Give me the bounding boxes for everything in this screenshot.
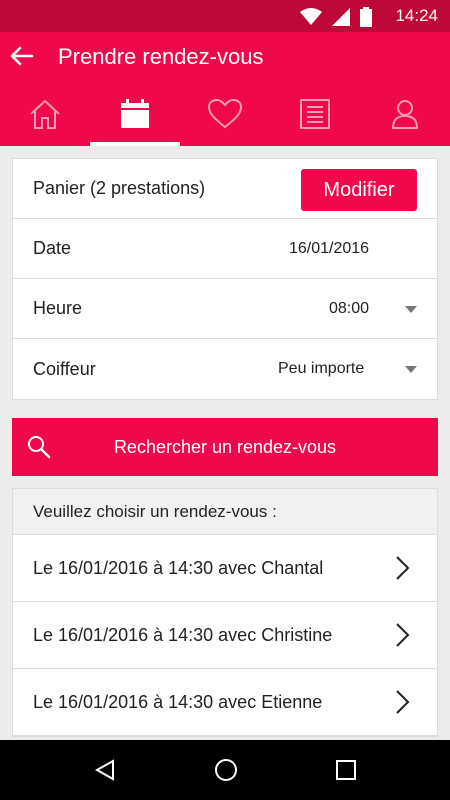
status-time: 14:24 bbox=[395, 6, 438, 25]
search-icon bbox=[28, 436, 51, 459]
time-select-value[interactable]: 08:00 bbox=[329, 300, 369, 318]
status-icons bbox=[300, 7, 372, 27]
tab-calendar[interactable] bbox=[90, 92, 180, 146]
back-arrow-icon[interactable] bbox=[8, 42, 36, 70]
home-circle-icon[interactable] bbox=[213, 757, 239, 783]
appointment-label: Le 16/01/2016 à 14:30 avec Christine bbox=[33, 624, 333, 645]
booking-form-card: Panier (2 prestations) Modifier Date 16/… bbox=[12, 158, 438, 400]
battery-icon bbox=[360, 7, 372, 27]
chevron-right-icon bbox=[396, 556, 410, 580]
dropdown-arrow-icon[interactable] bbox=[405, 366, 417, 373]
signal-icon bbox=[332, 8, 350, 26]
calendar-icon bbox=[121, 99, 149, 128]
time-label: Heure bbox=[33, 298, 83, 318]
profile-icon bbox=[391, 100, 419, 129]
hairdresser-label: Coiffeur bbox=[33, 358, 96, 379]
chevron-right-icon bbox=[396, 690, 410, 714]
page-title: Prendre rendez-vous bbox=[58, 44, 264, 69]
cart-row: Panier (2 prestations) Modifier bbox=[13, 159, 437, 219]
appointment-label: Le 16/01/2016 à 14:30 avec Chantal bbox=[33, 557, 324, 578]
list-item[interactable]: Le 16/01/2016 à 14:30 avec Christine bbox=[13, 602, 437, 669]
dropdown-arrow-icon[interactable] bbox=[405, 306, 417, 313]
system-nav-bar bbox=[0, 740, 450, 800]
tab-list[interactable] bbox=[270, 92, 360, 146]
wifi-icon bbox=[300, 8, 322, 25]
list-header: Veuillez choisir un rendez-vous : bbox=[13, 489, 437, 535]
list-item[interactable]: Le 16/01/2016 à 14:30 avec Etienne bbox=[13, 669, 437, 736]
search-button-label: Rechercher un rendez-vous bbox=[113, 436, 337, 457]
heart-icon bbox=[207, 98, 243, 129]
date-label: Date bbox=[33, 238, 72, 258]
recents-square-icon[interactable] bbox=[335, 759, 357, 781]
app-bar: Prendre rendez-vous bbox=[0, 32, 450, 146]
hairdresser-select-value[interactable]: Peu importe bbox=[278, 360, 364, 378]
tab-home[interactable] bbox=[0, 92, 90, 146]
modify-button[interactable]: Modifier bbox=[301, 169, 417, 211]
chevron-right-icon bbox=[396, 623, 410, 647]
home-icon bbox=[30, 99, 60, 129]
cart-label: Panier (2 prestations) bbox=[33, 178, 206, 198]
appointment-label: Le 16/01/2016 à 14:30 avec Etienne bbox=[33, 691, 323, 712]
tab-bar bbox=[0, 92, 450, 146]
time-row[interactable]: Heure 08:00 bbox=[13, 279, 437, 339]
date-value[interactable]: 16/01/2016 bbox=[289, 240, 369, 258]
list-item[interactable]: Le 16/01/2016 à 14:30 avec Chantal bbox=[13, 535, 437, 602]
tab-profile[interactable] bbox=[360, 92, 450, 146]
appointment-list: Veuillez choisir un rendez-vous : Le 16/… bbox=[12, 488, 438, 737]
search-appointment-button[interactable]: Rechercher un rendez-vous bbox=[12, 418, 438, 476]
status-bar: 14:24 bbox=[0, 0, 450, 32]
hairdresser-row[interactable]: Coiffeur Peu importe bbox=[13, 339, 437, 399]
back-triangle-icon[interactable] bbox=[93, 758, 117, 782]
date-row[interactable]: Date 16/01/2016 bbox=[13, 219, 437, 279]
list-icon bbox=[300, 99, 330, 129]
tab-favorites[interactable] bbox=[180, 92, 270, 146]
